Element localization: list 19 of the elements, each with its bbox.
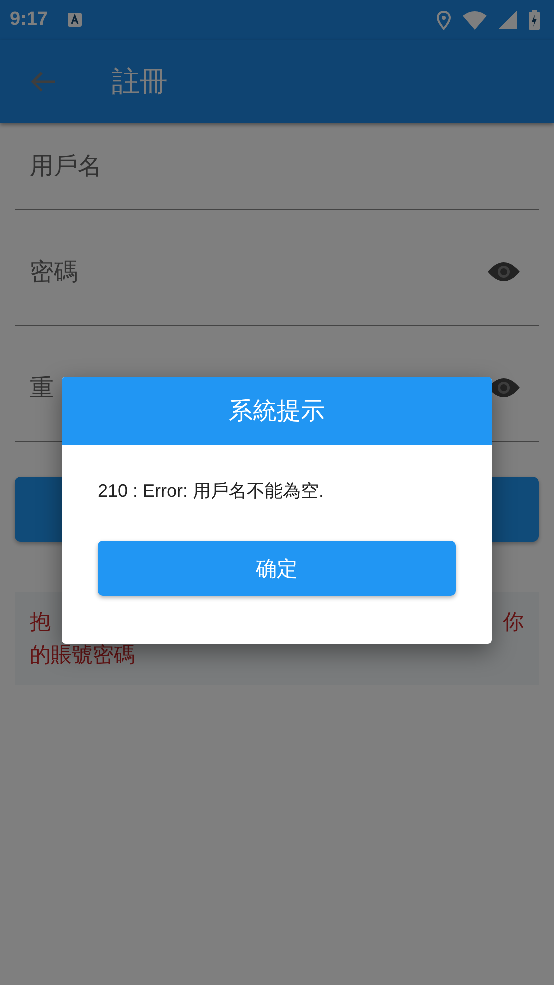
text-field[interactable]: 用戶名 — [15, 123, 539, 210]
battery-icon — [529, 10, 540, 30]
notice-text: 的賬號密碼 — [30, 642, 135, 669]
dialog-message: 210 : Error: 用戶名不能為空. — [98, 480, 324, 503]
keyboard-notification-icon — [68, 13, 82, 27]
field-label: 密碼 — [30, 256, 78, 288]
wifi-icon — [463, 10, 487, 30]
notice-text: 抱 — [30, 609, 51, 636]
dialog-title: 系統提示 — [229, 396, 325, 427]
eye-icon[interactable] — [487, 260, 521, 282]
field-label: 重 — [30, 372, 54, 404]
location-icon — [437, 10, 451, 30]
confirm-button[interactable]: 确定 — [98, 541, 456, 596]
text-field[interactable]: 密碼 — [15, 210, 539, 326]
app-bar-title: 註冊 — [112, 64, 168, 100]
notice-text: 你 — [503, 609, 524, 636]
field-label: 用戶名 — [30, 151, 102, 182]
signal-icon — [499, 11, 517, 29]
status-time: 9:17 — [10, 9, 48, 31]
